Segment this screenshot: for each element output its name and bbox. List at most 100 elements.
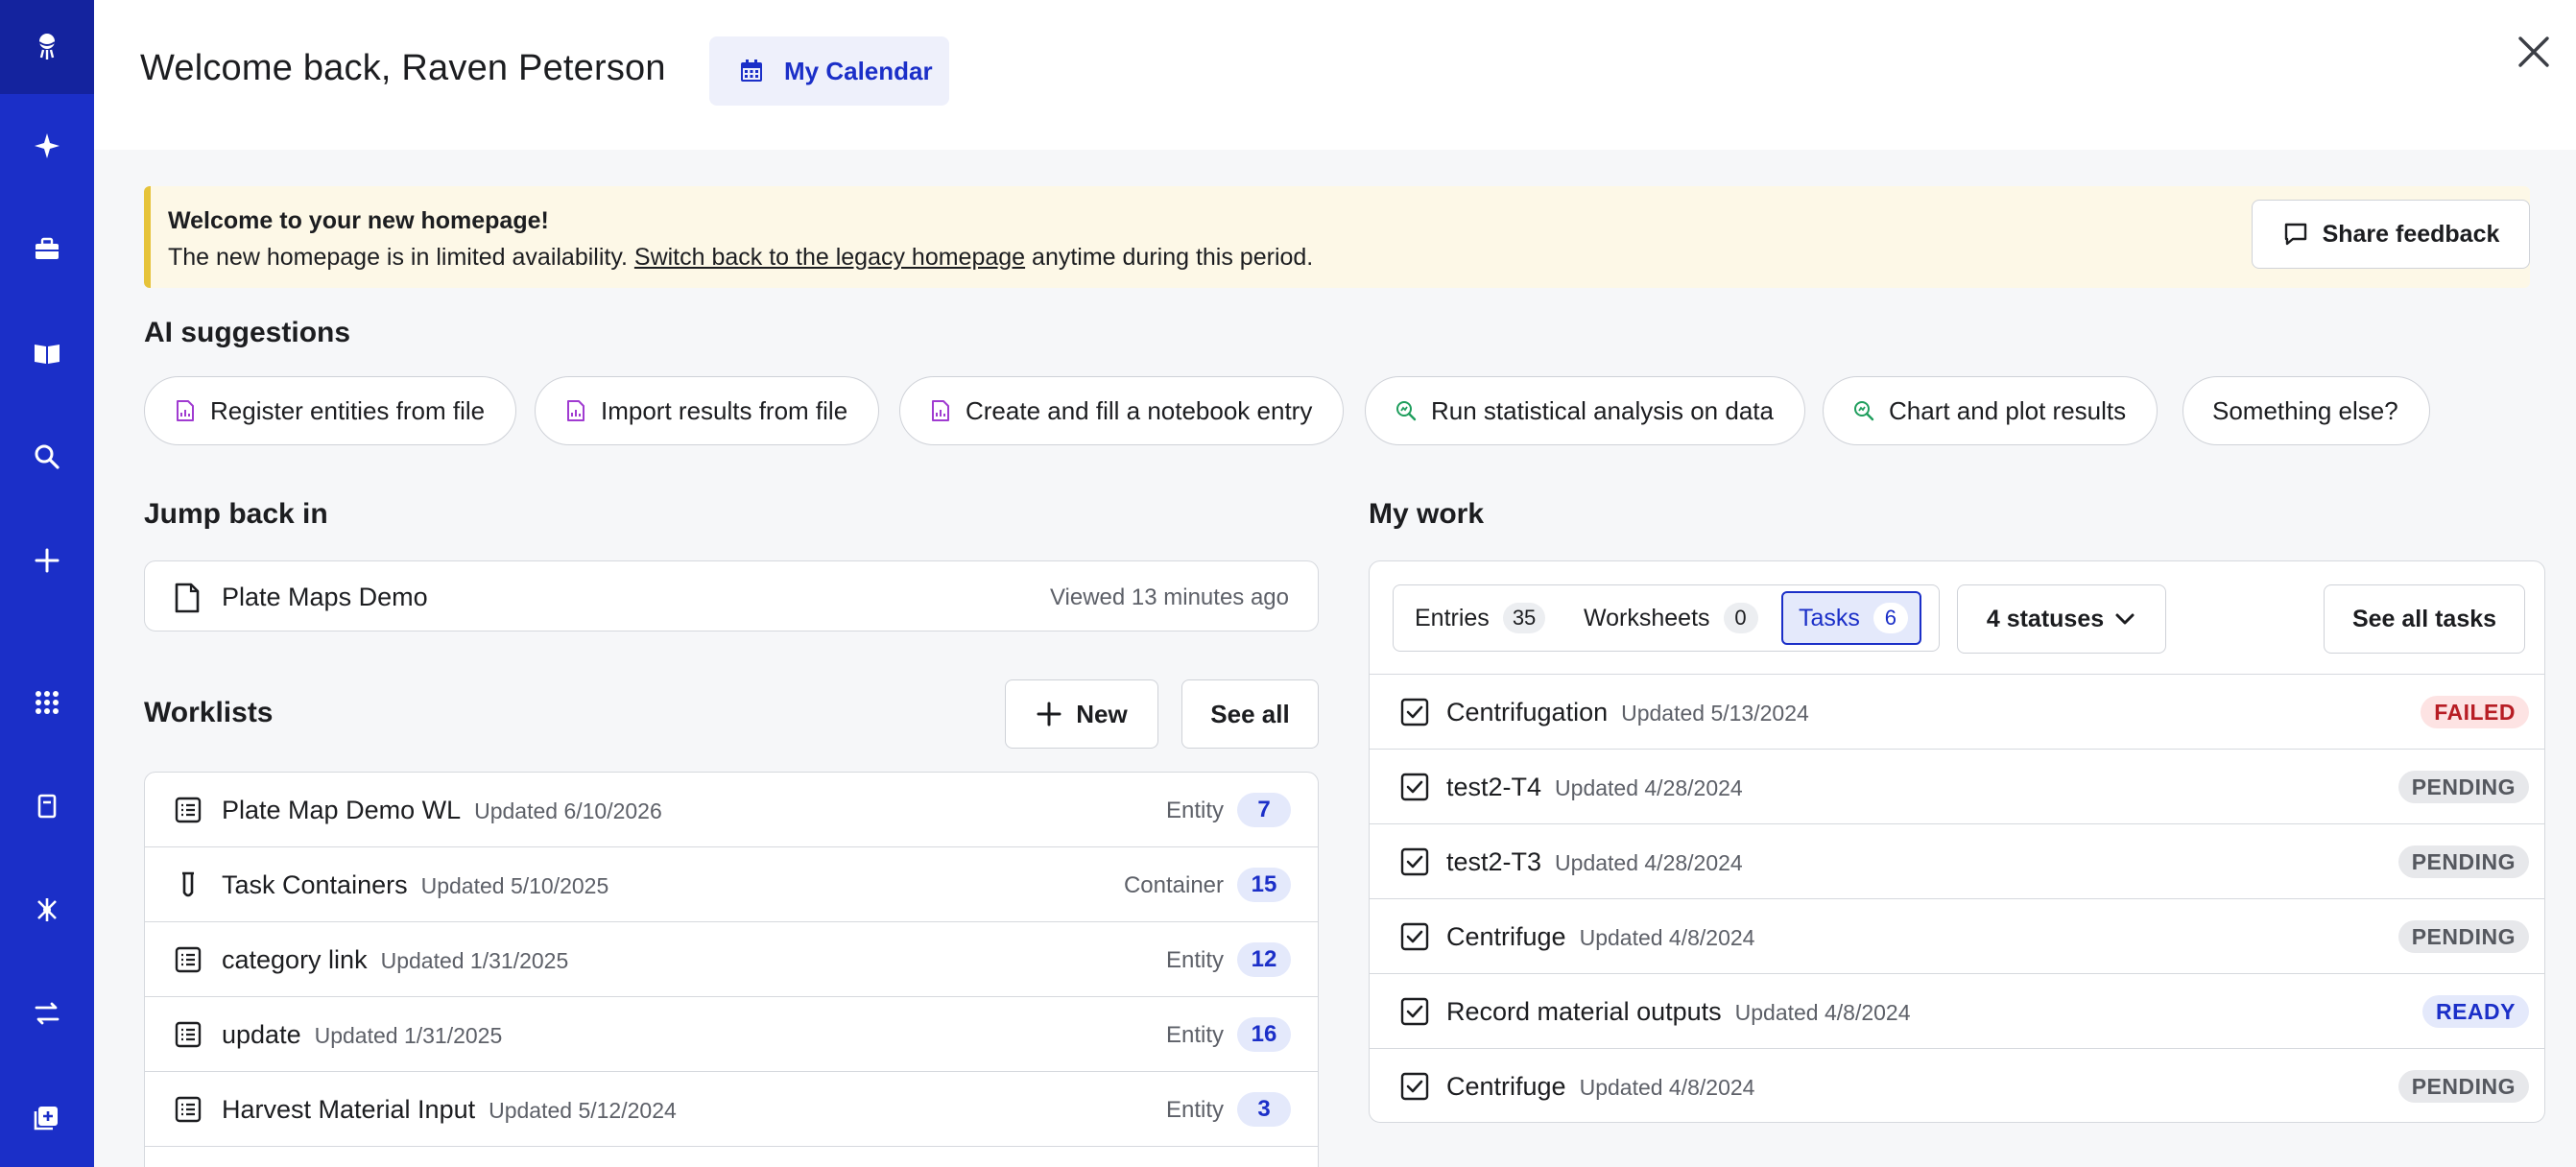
close-icon[interactable] bbox=[2511, 29, 2557, 75]
share-feedback-label: Share feedback bbox=[2322, 220, 2500, 248]
search-icon bbox=[35, 444, 60, 469]
worklist-row-partial[interactable] bbox=[145, 1147, 1318, 1167]
tab-worksheets-count: 0 bbox=[1723, 603, 1758, 633]
worklist-type: Entity bbox=[1165, 1022, 1224, 1048]
ai-suggestion-label: Import results from file bbox=[601, 395, 848, 425]
task-title: Centrifugation bbox=[1446, 698, 1609, 726]
task-row[interactable]: test2-T3 Updated 4/28/2024 PENDING bbox=[1370, 823, 2544, 898]
jump-item-name: Plate Maps Demo bbox=[222, 583, 428, 611]
worklist-type: Entity bbox=[1165, 947, 1224, 973]
jump-item-viewed: Viewed 13 minutes ago bbox=[1049, 584, 1289, 610]
worklist-row[interactable]: Plate Map Demo WL Updated 6/10/2026 Entity… bbox=[145, 773, 1318, 847]
share-feedback-button[interactable]: Share feedback bbox=[2252, 200, 2530, 269]
open-book-icon bbox=[35, 345, 60, 364]
worklist-count-badge: 7 bbox=[1237, 793, 1291, 827]
calendar-icon bbox=[741, 60, 762, 82]
ai-suggestion-chip[interactable]: Import results from file bbox=[535, 376, 880, 445]
nav-molecules[interactable] bbox=[0, 879, 94, 941]
list-icon bbox=[175, 797, 202, 823]
worklist-count-badge: 3 bbox=[1237, 1092, 1291, 1127]
worklist-title: Harvest Material Input bbox=[222, 1095, 476, 1124]
homepage-content: Welcome to your new homepage! The new ho… bbox=[94, 150, 2576, 1167]
nav-add-app[interactable] bbox=[0, 1086, 94, 1148]
nav-inventory[interactable] bbox=[0, 775, 94, 837]
worklist-name: Task Containers Updated 5/10/2025 bbox=[222, 870, 608, 900]
file-chart-icon bbox=[177, 400, 194, 421]
new-worklist-button[interactable]: New bbox=[1005, 679, 1158, 749]
tube-icon bbox=[182, 871, 194, 897]
ai-suggestion-label: Run statistical analysis on data bbox=[1431, 395, 1774, 425]
plus-icon bbox=[1037, 702, 1061, 726]
status-filter-dropdown[interactable]: 4 statuses bbox=[1957, 584, 2166, 654]
chevron-down-icon bbox=[2115, 613, 2135, 625]
my-calendar-button[interactable]: My Calendar bbox=[709, 36, 949, 106]
worklist-count-badge: 12 bbox=[1237, 942, 1291, 977]
task-row[interactable]: test2-T4 Updated 4/28/2024 PENDING bbox=[1370, 749, 2544, 823]
nav-apps[interactable] bbox=[0, 672, 94, 733]
task-checkbox-icon bbox=[1400, 922, 1429, 951]
magnify-chart-icon bbox=[1854, 401, 1874, 421]
nav-create[interactable] bbox=[0, 530, 94, 591]
ai-suggestion-chip[interactable]: Register entities from file bbox=[144, 376, 517, 445]
nav-search[interactable] bbox=[0, 426, 94, 488]
task-row[interactable]: Centrifugation Updated 5/13/2024 FAILED bbox=[1370, 674, 2544, 749]
task-title: test2-T3 bbox=[1446, 847, 1542, 876]
banner-text-before: The new homepage is in limited availabil… bbox=[168, 244, 634, 271]
worklist-type: Container bbox=[1123, 872, 1224, 898]
tab-tasks[interactable]: Tasks 6 bbox=[1781, 591, 1921, 645]
see-all-worklists-button[interactable]: See all bbox=[1181, 679, 1319, 749]
task-name: test2-T4 Updated 4/28/2024 bbox=[1446, 773, 1743, 802]
task-row[interactable]: Record material outputs Updated 4/8/2024 R… bbox=[1370, 973, 2544, 1048]
worklist-row[interactable]: category link Updated 1/31/2025 Entity 12 bbox=[145, 922, 1318, 997]
file-chart-icon bbox=[567, 400, 584, 421]
worklist-updated: Updated 1/31/2025 bbox=[314, 1023, 503, 1048]
task-name: Centrifuge Updated 4/8/2024 bbox=[1446, 1072, 1754, 1102]
nav-workflows[interactable] bbox=[0, 983, 94, 1044]
task-name: Centrifugation Updated 5/13/2024 bbox=[1446, 698, 1809, 727]
task-updated: Updated 4/8/2024 bbox=[1579, 925, 1755, 950]
list-icon bbox=[175, 946, 202, 973]
legacy-homepage-link[interactable]: Switch back to the legacy homepage bbox=[634, 244, 1025, 271]
see-all-tasks-button[interactable]: See all tasks bbox=[2324, 584, 2525, 654]
ai-suggestion-chip[interactable]: Create and fill a notebook entry bbox=[899, 376, 1345, 445]
file-chart-icon bbox=[932, 400, 949, 421]
task-row[interactable]: Centrifuge Updated 4/8/2024 PENDING bbox=[1370, 1048, 2544, 1122]
task-status-badge: READY bbox=[2421, 995, 2529, 1028]
ai-suggestion-chip[interactable]: Something else? bbox=[2182, 376, 2430, 445]
task-title: Record material outputs bbox=[1446, 997, 1722, 1026]
task-name: test2-T3 Updated 4/28/2024 bbox=[1446, 847, 1743, 877]
new-homepage-banner: Welcome to your new homepage! The new ho… bbox=[144, 186, 2530, 288]
tab-entries[interactable]: Entries 35 bbox=[1399, 591, 1557, 645]
tab-worksheets[interactable]: Worksheets 0 bbox=[1568, 591, 1770, 645]
nav-projects[interactable] bbox=[0, 219, 94, 280]
task-status-badge: PENDING bbox=[2397, 920, 2529, 953]
worklist-title: category link bbox=[222, 945, 368, 974]
worklist-row[interactable]: update Updated 1/31/2025 Entity 16 bbox=[145, 997, 1318, 1072]
ai-suggestion-label: Something else? bbox=[2212, 395, 2398, 425]
ai-suggestion-chip[interactable]: Run statistical analysis on data bbox=[1365, 376, 1805, 445]
app-logo[interactable] bbox=[0, 0, 94, 94]
task-checkbox-icon bbox=[1400, 1072, 1429, 1101]
worklists-title: Worklists bbox=[144, 697, 274, 728]
worklists-list: Plate Map Demo WL Updated 6/10/2026 Entity… bbox=[144, 772, 1319, 1167]
nav-ai-sparkle[interactable] bbox=[0, 115, 94, 177]
my-work-panel: Entries 35 Worksheets 0 Tasks 6 4 statuses … bbox=[1369, 560, 2545, 1123]
jump-back-in-title: Jump back in bbox=[144, 498, 328, 530]
sparkle-icon bbox=[35, 133, 60, 158]
banner-title: Welcome to your new homepage! bbox=[168, 207, 549, 234]
task-updated: Updated 5/13/2024 bbox=[1621, 701, 1809, 726]
worklist-row[interactable]: Harvest Material Input Updated 5/12/2024 E… bbox=[145, 1072, 1318, 1147]
page-header: Welcome back, Raven Peterson My Calendar bbox=[94, 0, 2576, 150]
jump-back-item[interactable]: Plate Maps Demo Viewed 13 minutes ago bbox=[144, 560, 1319, 631]
ai-suggestion-label: Create and fill a notebook entry bbox=[966, 395, 1313, 425]
task-checkbox-icon bbox=[1400, 698, 1429, 726]
nav-notebook[interactable] bbox=[0, 322, 94, 384]
worklist-row[interactable]: Task Containers Updated 5/10/2025 Containe… bbox=[145, 847, 1318, 922]
task-title: test2-T4 bbox=[1446, 773, 1542, 801]
task-row[interactable]: Centrifuge Updated 4/8/2024 PENDING bbox=[1370, 898, 2544, 973]
worklist-updated: Updated 1/31/2025 bbox=[380, 948, 569, 973]
task-updated: Updated 4/28/2024 bbox=[1555, 775, 1743, 800]
worklist-count-badge: 15 bbox=[1237, 868, 1291, 902]
ai-suggestion-chip[interactable]: Chart and plot results bbox=[1823, 376, 2159, 445]
workflow-icon bbox=[35, 1002, 60, 1025]
